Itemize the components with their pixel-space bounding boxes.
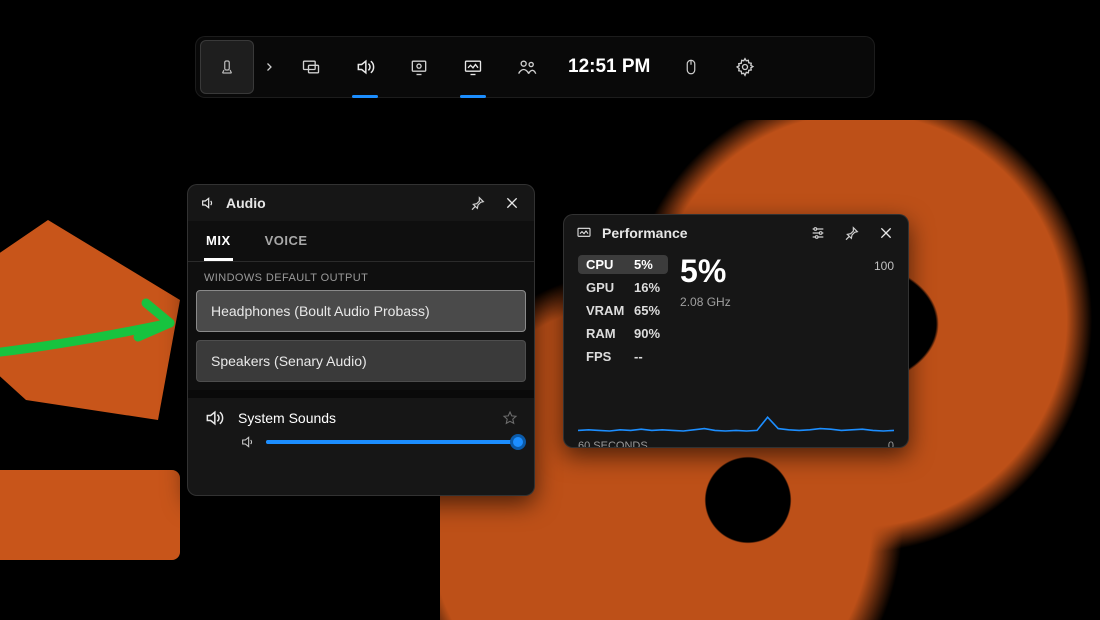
- metric-fps[interactable]: FPS--: [578, 347, 668, 366]
- chevron-right-icon: [263, 61, 275, 73]
- performance-panel: Performance CPU5% GPU16% VRAM65% RAM90% …: [563, 214, 909, 448]
- divider: [188, 390, 534, 398]
- close-icon: [504, 195, 520, 211]
- annotation-arrow: [0, 283, 190, 363]
- metric-vram[interactable]: VRAM65%: [578, 301, 668, 320]
- widgets-icon: [301, 57, 321, 77]
- chart-xaxis: 60 SECONDS 0: [564, 440, 908, 448]
- close-button[interactable]: [874, 221, 898, 245]
- pin-icon: [470, 195, 486, 211]
- mouse-icon: [682, 58, 700, 76]
- output-device-headphones[interactable]: Headphones (Boult Audio Probass): [196, 290, 526, 332]
- system-sounds-volume-slider[interactable]: [266, 434, 518, 450]
- xbox-social-button[interactable]: [500, 40, 554, 94]
- widgets-button[interactable]: [284, 40, 338, 94]
- pin-button[interactable]: [466, 191, 490, 215]
- speaker-icon: [200, 195, 216, 211]
- chart-ymax: 100: [874, 259, 894, 273]
- performance-panel-header[interactable]: Performance: [564, 215, 908, 251]
- output-device-speakers[interactable]: Speakers (Senary Audio): [196, 340, 526, 382]
- chart-xlabel: 60 SECONDS: [578, 440, 648, 448]
- speaker-icon: [240, 434, 256, 450]
- audio-tabs: MIX VOICE: [188, 221, 534, 262]
- performance-options-button[interactable]: [806, 221, 830, 245]
- output-device-list: Headphones (Boult Audio Probass) Speaker…: [188, 290, 534, 390]
- xbox-icon: [218, 58, 236, 76]
- speaker-icon: [204, 408, 224, 428]
- pin-icon: [844, 225, 860, 241]
- selected-metric-value: 5%: [680, 255, 894, 287]
- audio-panel: Audio MIX VOICE WINDOWS DEFAULT OUTPUT H…: [187, 184, 535, 496]
- cpu-frequency: 2.08 GHz: [680, 295, 894, 309]
- output-section-label: WINDOWS DEFAULT OUTPUT: [188, 262, 534, 290]
- performance-icon: [576, 225, 592, 241]
- speaker-icon: [355, 57, 375, 77]
- metrics-list: CPU5% GPU16% VRAM65% RAM90% FPS--: [578, 255, 668, 366]
- clock: 12:51 PM: [554, 40, 664, 94]
- mouse-button[interactable]: [664, 40, 718, 94]
- metric-ram[interactable]: RAM90%: [578, 324, 668, 343]
- metric-gpu[interactable]: GPU16%: [578, 278, 668, 297]
- close-button[interactable]: [500, 191, 524, 215]
- capture-button[interactable]: [392, 40, 446, 94]
- metric-cpu[interactable]: CPU5%: [578, 255, 668, 274]
- tab-mix[interactable]: MIX: [204, 225, 233, 261]
- settings-button[interactable]: [718, 40, 772, 94]
- chart-ymin: 0: [888, 440, 894, 448]
- system-sounds-label: System Sounds: [238, 410, 488, 426]
- star-icon: [502, 410, 518, 426]
- pin-button[interactable]: [840, 221, 864, 245]
- usage-chart: [564, 366, 908, 440]
- system-sounds-row: System Sounds: [188, 398, 534, 454]
- chevron-right-button[interactable]: [254, 40, 284, 94]
- sliders-icon: [810, 225, 826, 241]
- audio-panel-header[interactable]: Audio: [188, 185, 534, 221]
- performance-title: Performance: [602, 225, 688, 241]
- favorite-toggle[interactable]: [502, 410, 518, 426]
- game-bar: 12:51 PM: [195, 36, 875, 98]
- performance-button[interactable]: [446, 40, 500, 94]
- tab-voice[interactable]: VOICE: [263, 225, 310, 261]
- social-icon: [517, 57, 537, 77]
- xbox-button[interactable]: [200, 40, 254, 94]
- gear-icon: [735, 57, 755, 77]
- performance-icon: [463, 57, 483, 77]
- audio-title: Audio: [226, 195, 266, 211]
- capture-icon: [409, 57, 429, 77]
- close-icon: [878, 225, 894, 241]
- audio-button[interactable]: [338, 40, 392, 94]
